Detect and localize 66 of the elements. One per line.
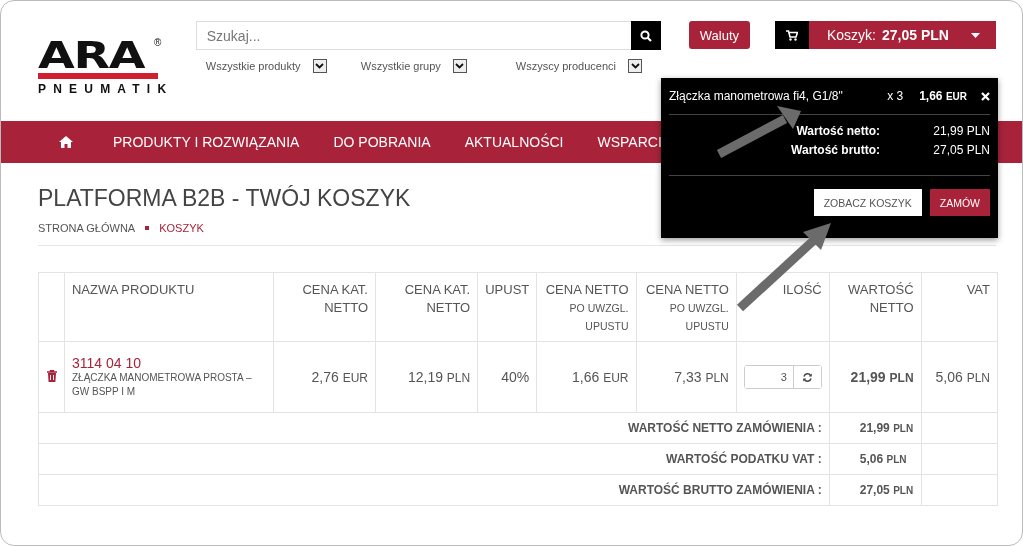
breadcrumb-link[interactable]: STRONA GŁÓWNA — [38, 222, 136, 234]
search-icon — [639, 29, 652, 42]
search-field[interactable]: Szukaj... — [195, 21, 631, 50]
column-header: NAZWA PRODUKTU — [64, 272, 274, 342]
trash-icon[interactable] — [46, 370, 57, 382]
caret-icon — [970, 32, 980, 38]
home-icon[interactable] — [59, 136, 73, 148]
currency-button[interactable]: Waluty — [688, 21, 750, 49]
refresh-icon — [801, 371, 813, 383]
total-value: 5,06 PLN — [829, 443, 922, 475]
product-name: ZŁĄCZKA MANOMETROWA PROSTA – GW BSPP I M — [71, 371, 253, 399]
total-label: WARTOŚĆ BRUTTO ZAMÓWIENIA : — [38, 474, 830, 506]
nav-link[interactable]: PRODUKTY I ROZWIĄZANIA — [113, 134, 300, 150]
order-button[interactable]: ZAMÓW — [929, 189, 990, 216]
logo-tagline: PNEUMATIK — [38, 82, 174, 96]
dropdown-button[interactable] — [628, 59, 642, 73]
column-header: CENA KAT. NETTO — [375, 272, 478, 342]
cart-item-name: Złączka manometrowa fi4, G1/8" — [669, 89, 844, 103]
view-cart-button[interactable]: ZOBACZ KOSZYK — [813, 189, 922, 216]
breadcrumb-link[interactable]: KOSZYK — [159, 222, 204, 234]
close-icon[interactable] — [981, 91, 990, 101]
column-header: UPUST — [477, 272, 537, 342]
nav-link[interactable]: WSPARCI — [597, 134, 662, 150]
filter-dropdown-label[interactable]: Wszyscy producenci — [515, 60, 616, 72]
summary-label: Wartość netto: — [795, 124, 880, 138]
column-header: WARTOŚĆ NETTO — [829, 272, 922, 342]
product-code-link[interactable]: 3114 04 10 — [71, 355, 266, 371]
total-value: 27,05 PLN — [829, 474, 922, 506]
total-label: WARTOŚĆ NETTO ZAMÓWIENIA : — [38, 412, 830, 444]
search-button[interactable] — [630, 21, 661, 50]
table-cell: 1,66 EUR — [536, 341, 637, 413]
column-header: CENA NETTO PO UWZGL. UPUSTU — [636, 272, 737, 342]
chevron-icon — [315, 63, 324, 69]
refresh-button[interactable] — [792, 366, 821, 388]
dropdown-button[interactable] — [312, 59, 327, 73]
column-header: ILOŚĆ — [736, 272, 830, 342]
chevron-icon — [455, 63, 465, 69]
filter-dropdown-label[interactable]: Wszystkie produkty — [205, 60, 301, 72]
cart-item-quantity: x 3 — [887, 89, 904, 103]
table-cell: 12,19 PLN — [375, 341, 478, 413]
column-header: CENA KAT. NETTO — [273, 272, 376, 342]
table-cell: 21,99 PLN — [829, 341, 922, 413]
page-title: PLATFORMA B2B - TWÓJ KOSZYK — [38, 185, 411, 212]
total-label: WARTOŚĆ PODATKU VAT : — [38, 443, 830, 475]
logo-wordmark: ARA — [38, 39, 145, 71]
summary-value: 27,05 PLN — [932, 143, 990, 157]
cart-icon[interactable] — [786, 29, 798, 41]
column-header: CENA NETTO PO UWZGL. UPUSTU — [536, 272, 637, 342]
filter-dropdown-label[interactable]: Wszystkie grupy — [360, 60, 441, 72]
table-cell: 7,33 PLN — [636, 341, 737, 413]
logo[interactable]: ARA ® PNEUMATIK — [38, 39, 196, 96]
table-cell: 5,06 PLN — [921, 341, 998, 413]
quantity-field[interactable]: 3 — [743, 365, 822, 389]
nav-link[interactable]: DO POBRANIA — [333, 134, 431, 150]
cart-item-price: 1,66 EUR — [919, 89, 967, 103]
table-cell: 2,76 EUR — [273, 341, 376, 413]
nav-link[interactable]: AKTUALNOŚCI — [464, 134, 564, 150]
registered-mark: ® — [154, 37, 162, 48]
summary-value: 21,99 PLN — [932, 124, 990, 138]
table-cell: 40% — [477, 341, 537, 413]
cart-button[interactable]: Koszyk: 27,05 PLN — [809, 21, 996, 49]
total-value: 21,99 PLN — [829, 412, 922, 444]
summary-label: Wartość brutto: — [790, 143, 880, 157]
column-header: VAT — [921, 272, 998, 342]
dropdown-button[interactable] — [452, 59, 467, 73]
chevron-icon — [630, 63, 640, 69]
